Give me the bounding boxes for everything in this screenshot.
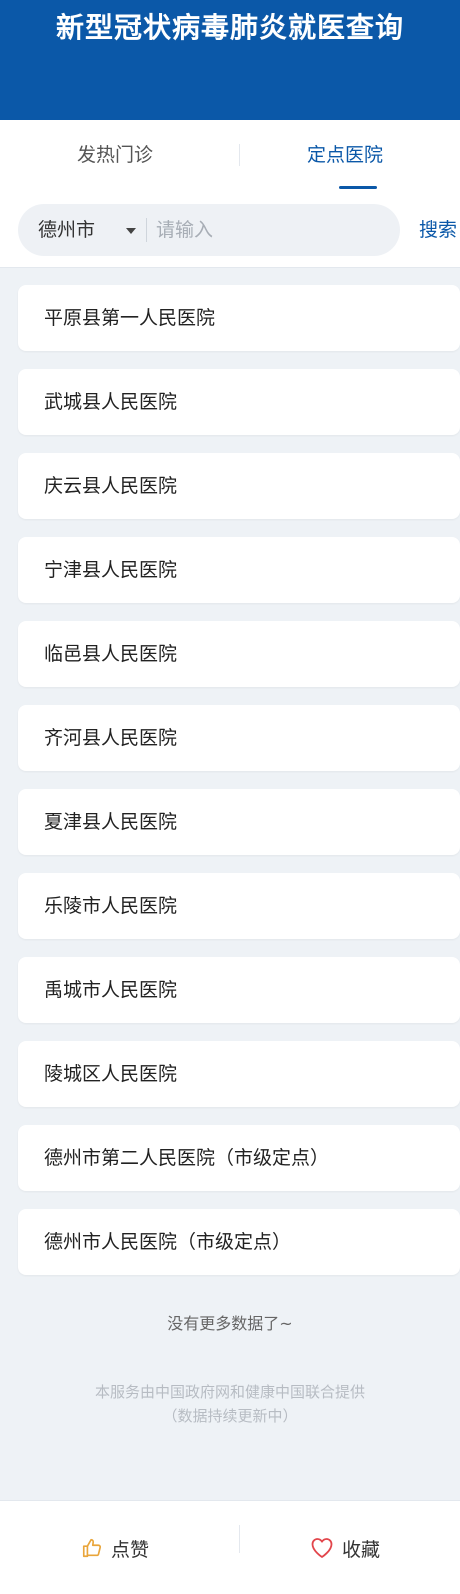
hospital-list-item[interactable]: 陵城区人民医院: [18, 1041, 460, 1107]
footer-line-2: （数据持续更新中）: [162, 1407, 298, 1425]
favorite-button[interactable]: 收藏: [230, 1501, 460, 1594]
no-more-text: 没有更多数据了~: [167, 1314, 293, 1333]
hospital-list-item[interactable]: 平原县第一人民医院: [18, 285, 460, 351]
search-divider: [146, 218, 147, 242]
favorite-label: 收藏: [341, 1538, 380, 1561]
page-title: 新型冠状病毒肺炎就医查询: [55, 11, 404, 44]
hospital-list-item[interactable]: 庆云县人民医院: [18, 453, 460, 519]
active-tab-indicator: [339, 186, 377, 189]
hospital-list: 平原县第一人民医院 武城县人民医院 庆云县人民医院 宁津县人民医院 临邑县人民医院 齐河县…: [18, 285, 460, 1293]
footer-line-1: 本服务由中国政府网和健康中国联合提供: [94, 1383, 365, 1401]
search-button[interactable]: 搜索: [419, 204, 457, 256]
hospital-list-item[interactable]: 临邑县人民医院: [18, 621, 460, 687]
tab-fever-clinic[interactable]: 发热门诊: [0, 120, 230, 190]
hospital-list-item[interactable]: 德州市人民医院（市级定点）: [18, 1209, 460, 1275]
hospital-list-item[interactable]: 宁津县人民医院: [18, 537, 460, 603]
dropdown-caret-icon[interactable]: [126, 228, 136, 234]
search-input[interactable]: [156, 212, 386, 248]
hospital-list-item[interactable]: 乐陵市人民医院: [18, 873, 460, 939]
hospital-list-item[interactable]: 德州市第二人民医院（市级定点）: [18, 1125, 460, 1191]
search-bar: 德州市 搜索: [0, 190, 460, 268]
hospital-list-item[interactable]: 夏津县人民医院: [18, 789, 460, 855]
thumbs-up-icon: [82, 1538, 102, 1558]
tab-designated-hospital[interactable]: 定点医院: [230, 120, 460, 190]
like-button[interactable]: 点赞: [0, 1501, 230, 1594]
hospital-list-item[interactable]: 武城县人民医院: [18, 369, 460, 435]
hospital-list-item[interactable]: 禹城市人民医院: [18, 957, 460, 1023]
tab-bar: 发热门诊 定点医院: [0, 120, 460, 190]
city-selector[interactable]: 德州市: [38, 204, 95, 256]
hospital-list-item[interactable]: 齐河县人民医院: [18, 705, 460, 771]
like-label: 点赞: [110, 1538, 149, 1561]
search-box: 德州市: [18, 204, 400, 256]
header-banner: 新型冠状病毒肺炎就医查询: [0, 0, 460, 120]
bottom-bar: 点赞 收藏: [0, 1500, 460, 1594]
footer-note: 本服务由中国政府网和健康中国联合提供 （数据持续更新中）: [0, 1380, 460, 1428]
heart-icon: [311, 1538, 333, 1558]
